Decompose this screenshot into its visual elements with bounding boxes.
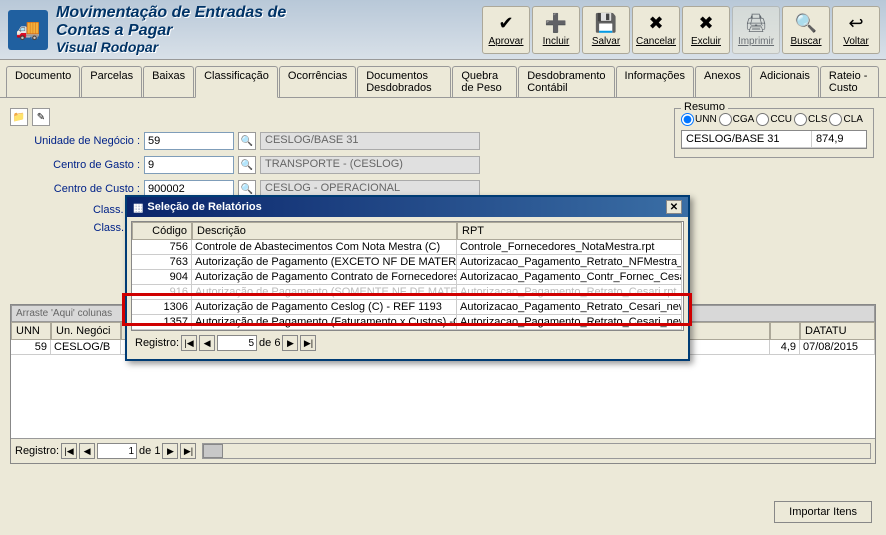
th-un-negoci[interactable]: Un. Negóci [51, 322, 121, 340]
modal-row[interactable]: 1357 Autorização de Pagamento (Faturamen… [132, 315, 683, 330]
class-sir-label: Class. Sir [10, 204, 140, 216]
aprovar-button[interactable]: ✔ Aprovar [482, 6, 530, 54]
radio-unn[interactable]: UNN [681, 113, 717, 126]
modal-th-codigo[interactable]: Código [132, 222, 192, 240]
resumo-panel: Resumo UNN CGA CCU CLS CLA CESLOG/BASE 3… [674, 108, 874, 158]
tab-quebra-de-peso[interactable]: Quebra de Peso [452, 66, 517, 97]
save-icon: 💾 [595, 13, 617, 34]
centro-gasto-input[interactable] [144, 156, 234, 174]
check-icon: ✔ [498, 13, 513, 34]
nav-last-button[interactable]: ▶| [180, 443, 196, 459]
nav-current-input[interactable] [97, 443, 137, 459]
centro-gasto-lookup-button[interactable]: 🔍 [238, 156, 256, 174]
buscar-button[interactable]: 🔍 Buscar [782, 6, 830, 54]
tab-ocorrencias[interactable]: Ocorrências [279, 66, 356, 97]
resumo-cell-value: 874,9 [812, 131, 864, 147]
record-label: Registro: [15, 445, 59, 457]
centro-gasto-label: Centro de Gasto : [10, 159, 140, 171]
tab-classificacao[interactable]: Classificação [195, 66, 278, 98]
modal-row-highlighted[interactable]: 1306 Autorização de Pagamento Ceslog (C)… [132, 300, 683, 315]
cancel-icon: ✖ [648, 13, 663, 34]
app-header: 🚚 Movimentação de Entradas de Contas a P… [0, 0, 886, 60]
tab-parcelas[interactable]: Parcelas [81, 66, 142, 97]
radio-cga[interactable]: CGA [719, 113, 755, 126]
voltar-button[interactable]: ↩ Voltar [832, 6, 880, 54]
truck-icon: 🚚 [8, 10, 48, 50]
modal-close-button[interactable]: ✕ [666, 200, 682, 214]
imprimir-button: 🖨 Imprimir [732, 6, 780, 54]
selecao-relatorios-modal: ▦ Seleção de Relatórios ✕ Código Descriç… [125, 195, 690, 361]
modal-nav-total: de 6 [259, 337, 280, 349]
modal-nav-first-button[interactable]: |◀ [181, 335, 197, 351]
modal-grid-header: Código Descrição RPT [132, 222, 683, 240]
back-icon: ↩ [848, 13, 863, 34]
modal-record-nav: Registro: |◀ ◀ de 6 ▶ ▶| [131, 331, 684, 355]
unidade-lookup-button[interactable]: 🔍 [238, 132, 256, 150]
centro-custo-label: Centro de Custo : [10, 183, 140, 195]
modal-nav-current-input[interactable] [217, 335, 257, 351]
tab-anexos[interactable]: Anexos [695, 66, 750, 97]
main-toolbar: ✔ Aprovar ➕ Incluir 💾 Salvar ✖ Cancelar … [482, 6, 880, 54]
report-icon: ▦ [133, 201, 143, 214]
modal-nav-prev-button[interactable]: ◀ [199, 335, 215, 351]
incluir-button[interactable]: ➕ Incluir [532, 6, 580, 54]
nav-total: de 1 [139, 445, 160, 457]
tab-documento[interactable]: Documento [6, 66, 80, 97]
modal-nav-last-button[interactable]: ▶| [300, 335, 316, 351]
radio-cls[interactable]: CLS [794, 113, 827, 126]
importar-itens-button[interactable]: Importar Itens [774, 501, 872, 523]
modal-title-bar[interactable]: ▦ Seleção de Relatórios ✕ [127, 197, 688, 217]
plus-icon: ➕ [545, 13, 567, 34]
tab-documentos-desdobrados[interactable]: Documentos Desdobrados [357, 66, 451, 97]
modal-row[interactable]: 904 Autorização de Pagamento Contrato de… [132, 270, 683, 285]
salvar-button[interactable]: 💾 Salvar [582, 6, 630, 54]
modal-th-descricao[interactable]: Descrição [192, 222, 457, 240]
modal-record-label: Registro: [135, 337, 179, 349]
resumo-cell-name: CESLOG/BASE 31 [682, 131, 812, 147]
modal-title: Seleção de Relatórios [147, 201, 261, 213]
unidade-display: CESLOG/BASE 31 [260, 132, 480, 150]
resumo-title: Resumo [681, 101, 728, 113]
tab-rateio-custo[interactable]: Rateio - Custo [820, 66, 879, 97]
class-an-label: Class. An [10, 222, 140, 234]
modal-row[interactable]: 763 Autorização de Pagamento (EXCETO NF … [132, 255, 683, 270]
radio-cla[interactable]: CLA [829, 113, 862, 126]
resumo-grid: CESLOG/BASE 31 874,9 [681, 130, 867, 149]
excluir-button[interactable]: ✖ Excluir [682, 6, 730, 54]
centro-gasto-display: TRANSPORTE - (CESLOG) [260, 156, 480, 174]
unidade-input[interactable] [144, 132, 234, 150]
modal-row[interactable]: 916 Autorização de Pagamento (SOMENTE NF… [132, 285, 683, 300]
bottom-record-nav: Registro: |◀ ◀ de 1 ▶ ▶| [11, 438, 875, 463]
search-icon: 🔍 [795, 13, 817, 34]
tab-bar: Documento Parcelas Baixas Classificação … [0, 60, 886, 98]
delete-icon: ✖ [698, 13, 713, 34]
nav-first-button[interactable]: |◀ [61, 443, 77, 459]
modal-grid-body[interactable]: 756 Controle de Abastecimentos Com Nota … [132, 240, 683, 330]
modal-row[interactable]: 756 Controle de Abastecimentos Com Nota … [132, 240, 683, 255]
modal-grid: Código Descrição RPT 756 Controle de Aba… [131, 221, 684, 331]
modal-th-rpt[interactable]: RPT [457, 222, 682, 240]
th-unn[interactable]: UNN [11, 322, 51, 340]
folder-icon-button[interactable]: 📁 [10, 108, 28, 126]
th-datatu[interactable]: DATATU [800, 322, 875, 340]
tab-informacoes[interactable]: Informações [616, 66, 695, 97]
nav-next-button[interactable]: ▶ [162, 443, 178, 459]
tab-adicionais[interactable]: Adicionais [751, 66, 819, 97]
th-extra [770, 322, 800, 340]
print-icon: 🖨 [745, 13, 768, 34]
pencil-icon-button[interactable]: ✎ [32, 108, 50, 126]
modal-nav-next-button[interactable]: ▶ [282, 335, 298, 351]
tab-desdobramento-contabil[interactable]: Desdobramento Contábil [518, 66, 614, 97]
cancelar-button[interactable]: ✖ Cancelar [632, 6, 680, 54]
resumo-radio-row: UNN CGA CCU CLS CLA [681, 113, 867, 126]
unidade-label: Unidade de Negócio : [10, 135, 140, 147]
radio-ccu[interactable]: CCU [756, 113, 792, 126]
nav-prev-button[interactable]: ◀ [79, 443, 95, 459]
tab-baixas[interactable]: Baixas [143, 66, 194, 97]
horizontal-scrollbar[interactable] [202, 443, 871, 459]
